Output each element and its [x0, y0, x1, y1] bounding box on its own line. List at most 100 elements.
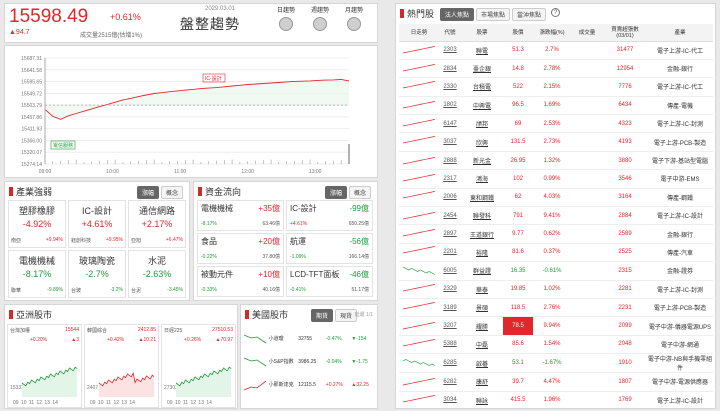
stock-code[interactable]: 3189: [439, 298, 461, 316]
help-icon[interactable]: ?: [551, 8, 561, 17]
table-row[interactable]: 6147 頎邦 69 2.53% 4323 電子上游-IC-封測: [399, 115, 713, 133]
stock-code[interactable]: 6147: [439, 115, 461, 133]
flow-card[interactable]: 電機機械 +35億 -8.17% 63.46億: [197, 200, 284, 231]
table-row[interactable]: 3037 欣興 131.5 2.73% 4193 電子上游-PCB-製造: [399, 133, 713, 152]
table-row[interactable]: 3189 景碩 118.5 2.76% 2231 電子上游-PCB-製造: [399, 298, 713, 317]
stock-name[interactable]: 華泰: [461, 280, 503, 298]
table-row[interactable]: 2897 王道銀行 9.77 0.62% 2589 金融-銀行: [399, 225, 713, 244]
stock-name[interactable]: 群益證: [461, 262, 503, 280]
stock-name[interactable]: 中磊: [461, 335, 503, 353]
industry-card[interactable]: IC-設計 +4.61% 鈺創科技 +9.95%: [68, 200, 126, 248]
stock-code[interactable]: 5388: [439, 335, 461, 353]
table-row[interactable]: 6005 群益證 16.35 -0.61% 2315 金融-證券: [399, 262, 713, 281]
asia-card[interactable]: 台灣加權 15544 +0.20% ▲3 15333 09 10 11 12 13 14: [7, 324, 82, 408]
stock-code[interactable]: 2897: [439, 225, 461, 243]
stock-name[interactable]: 新光金: [461, 151, 503, 169]
stock-name[interactable]: 台積電: [461, 78, 503, 96]
stock-code[interactable]: 1802: [439, 96, 461, 114]
stock-name[interactable]: 聯詠: [461, 391, 503, 408]
stock-code[interactable]: 6282: [439, 373, 461, 391]
stock-code[interactable]: 2006: [439, 188, 461, 206]
stock-code[interactable]: 2834: [439, 59, 461, 77]
flow-card[interactable]: IC-設計 -99億 +4.61% 650.25億: [286, 200, 373, 231]
leader-pct: +9.94%: [45, 237, 63, 243]
table-row[interactable]: 5388 中磊 85.6 1.54% 2048 電子中游-網通: [399, 335, 713, 354]
hot-table: 日走勢 代號 股票 股價 漲跌幅(%) 成交量 買賣超張數(03/01) 產業 2303 聯電 51…: [399, 24, 713, 408]
stock-name[interactable]: 景碩: [461, 298, 503, 316]
stock-pct: 9.41%: [543, 212, 561, 219]
stock-code[interactable]: 2454: [439, 207, 461, 225]
stock-code[interactable]: 2888: [439, 151, 461, 169]
industry-card[interactable]: 水泥 -2.63% 台泥 -3.45%: [128, 250, 186, 298]
sparkline-line: [243, 334, 267, 343]
sparkline-cell: [399, 170, 439, 188]
stock-code[interactable]: 2201: [439, 243, 461, 261]
table-row[interactable]: 2201 裕隆 81.6 0.37% 2525 傳產-汽車: [399, 243, 713, 262]
stock-code[interactable]: 2329: [439, 280, 461, 298]
stock-name[interactable]: 東和鋼鐵: [461, 188, 503, 206]
table-row[interactable]: 2834 臺企銀 14.8 2.78% 12954 金融-銀行: [399, 59, 713, 78]
industry-leader: 鈺創科技 +9.95%: [71, 237, 123, 244]
industry-tab-concept[interactable]: 概念: [160, 186, 183, 199]
us-row[interactable]: 小S&P指數 3986.25 -0.04% ▼-1.75: [243, 350, 377, 373]
table-row[interactable]: 2006 東和鋼鐵 62 4.03% 3164 傳產-鋼鐵: [399, 188, 713, 207]
stock-code[interactable]: 2303: [439, 41, 461, 59]
hot-tab-institutional[interactable]: 法人焦點: [440, 8, 475, 21]
row-sparkline: [402, 359, 436, 367]
table-row[interactable]: 6282 康舒 39.7 4.47% 1807 電子中游-電源供應器: [399, 373, 713, 392]
table-row[interactable]: 3034 聯詠 415.5 1.96% 1769 電子上游-IC-設計: [399, 391, 713, 408]
industry-tab-gain[interactable]: 漲幅: [136, 186, 159, 199]
stock-name[interactable]: 耀勝: [461, 317, 503, 335]
period-month[interactable]: 月趨勢: [339, 5, 369, 31]
stock-code[interactable]: 6005: [439, 262, 461, 280]
us-row[interactable]: 小道瓊 32755 -0.47% ▼-154: [243, 327, 377, 350]
table-row[interactable]: 2454 聯發科 791 9.41% 2884 電子上游-IC-設計: [399, 207, 713, 225]
period-day[interactable]: 日趨勢: [271, 5, 301, 31]
flow-tab-gain[interactable]: 漲幅: [324, 186, 347, 199]
industry-card[interactable]: 塑膠橡膠 -4.92% 南亞 +9.94%: [8, 200, 66, 248]
table-row[interactable]: 2330 台積電 522 2.15% 7776 電子上游-IC-代工: [399, 78, 713, 97]
hot-tab-market[interactable]: 市場焦點: [476, 8, 511, 21]
flow-card[interactable]: LCD-TFT面板 -46億 -0.41% 51.17億: [286, 266, 373, 297]
stock-code[interactable]: 6285: [439, 354, 461, 373]
table-row[interactable]: 6285 啟碁 53.1 -1.67% 1910 電子中游-NB與手機零組件: [399, 354, 713, 373]
stock-code[interactable]: 2330: [439, 78, 461, 96]
stock-name[interactable]: 中興電: [461, 96, 503, 114]
stock-code[interactable]: 3037: [439, 133, 461, 151]
table-row[interactable]: 2303 聯電 51.3 2.7% 31477 電子上游-IC-代工: [399, 41, 713, 60]
stock-name[interactable]: 康舒: [461, 373, 503, 391]
stock-name[interactable]: 王道銀行: [461, 225, 503, 243]
flow-card[interactable]: 食品 +20億 -0.22% 37.80億: [197, 233, 284, 264]
table-row[interactable]: 1802 中興電 96.5 1.69% 6434 傳產-電機: [399, 96, 713, 115]
table-row[interactable]: 3207 耀勝 78.5 9.94% 2099 電子中游-儀器電源UPS: [399, 316, 713, 336]
stock-code[interactable]: 3207: [439, 317, 461, 335]
stock-code[interactable]: 3034: [439, 391, 461, 408]
table-row[interactable]: 2329 華泰 19.85 1.02% 2281 電子上游-IC-封測: [399, 280, 713, 299]
industry-card[interactable]: 玻璃陶瓷 -2.7% 台玻 -3.2%: [68, 250, 126, 298]
flow-card[interactable]: 被動元件 +10億 -0.33% 40.16億: [197, 266, 284, 297]
stock-name[interactable]: 欣興: [461, 133, 503, 151]
us-value: 12115.5: [298, 381, 316, 388]
stock-code[interactable]: 2317: [439, 170, 461, 188]
us-sparkline: [243, 380, 267, 390]
asia-card[interactable]: 韓國綜合 2412.85 +0.42% ▲10.21 2407 09 10 11 12 1…: [84, 324, 159, 408]
hot-tab-daytrade[interactable]: 當沖焦點: [512, 8, 547, 21]
industry-card[interactable]: 通信網路 +2.17% 亞旭 +6.47%: [128, 200, 186, 248]
stock-name[interactable]: 臺企銀: [461, 59, 503, 77]
stock-name[interactable]: 鴻海: [461, 170, 503, 188]
stock-pct: 2.73%: [543, 139, 561, 146]
asia-card[interactable]: 日經225 27510.53 +0.26% ▲70.97 27303 09 10 11 1…: [161, 324, 236, 408]
us-tab-futures[interactable]: 期貨: [311, 309, 334, 322]
stock-name[interactable]: 頎邦: [461, 115, 503, 133]
industry-card[interactable]: 電機機械 -8.17% 聯華 -9.89%: [8, 250, 66, 298]
flow-card[interactable]: 航運 -56億 -1.09% 166.14億: [286, 233, 373, 264]
period-week[interactable]: 週趨勢: [305, 5, 335, 31]
stock-name[interactable]: 裕隆: [461, 243, 503, 261]
stock-name[interactable]: 聯發科: [461, 207, 503, 225]
stock-name[interactable]: 啟碁: [461, 354, 503, 373]
table-row[interactable]: 2317 鴻海 102 0.99% 3546 電子中游-EMS: [399, 170, 713, 189]
table-row[interactable]: 2888 新光金 26.95 1.32% 3880 電子下游-基站型電腦: [399, 151, 713, 170]
us-row[interactable]: 小那斯達克 12115.5 +0.27% ▲32.25: [243, 373, 377, 396]
flow-tab-concept[interactable]: 概念: [348, 186, 371, 199]
stock-name[interactable]: 聯電: [461, 41, 503, 59]
